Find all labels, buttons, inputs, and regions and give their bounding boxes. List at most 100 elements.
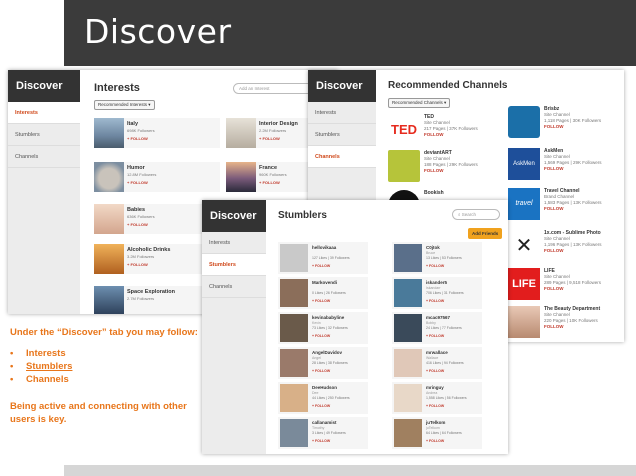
life-logo: LIFE	[508, 268, 540, 300]
stumbler-stats: 64 Likes | 64 Followers	[426, 431, 462, 435]
follow-button[interactable]: FOLLOW	[544, 286, 564, 291]
stumblers-search-input[interactable]: ⌕ Search	[452, 209, 500, 220]
interior-design-thumbnail	[226, 118, 256, 148]
follow-button[interactable]: FOLLOW	[127, 222, 147, 227]
stumbler-stats: 28 Likes | 38 Followers	[312, 361, 348, 365]
sidebar-title: Discover	[308, 70, 376, 102]
follow-button[interactable]: FOLLOW	[312, 369, 330, 373]
sidebar-item-channels[interactable]: Channels	[8, 146, 80, 168]
slide-title: Discover	[84, 12, 232, 51]
follow-button[interactable]: FOLLOW	[426, 404, 444, 408]
humor-thumbnail	[94, 162, 124, 192]
stumbler-name[interactable]: callanamist	[312, 420, 337, 425]
sidebar-item-interests[interactable]: Interests	[202, 232, 266, 254]
stumbler-real-name: Angel	[312, 356, 321, 360]
stumbler-card[interactable]: hellovikaaa 127 Likes | 39 Followers FOLLO…	[278, 242, 368, 274]
stumbler-stats: 1,558 Likes | 56 Followers	[426, 396, 467, 400]
follow-button[interactable]: FOLLOW	[312, 404, 330, 408]
interest-card-italy[interactable]: Italy 698K Followers FOLLOW	[94, 118, 220, 148]
sidebar-item-channels[interactable]: Channels	[202, 276, 266, 298]
follow-button[interactable]: FOLLOW	[426, 299, 444, 303]
stumbler-stats: 416 Likes | 94 Followers	[426, 361, 464, 365]
recommended-channels-dropdown[interactable]: Recommended Channels ▾	[388, 98, 451, 108]
stumbler-stats: 13 Likes | 53 Followers	[426, 256, 462, 260]
follow-button[interactable]: FOLLOW	[544, 166, 564, 171]
stumbler-name[interactable]: Markovendi	[312, 280, 337, 285]
stumbler-real-name: Kevin	[312, 321, 321, 325]
stumbler-name[interactable]: DeeHudson	[312, 385, 337, 390]
follow-button[interactable]: FOLLOW	[544, 248, 564, 253]
stumbler-name[interactable]: juTelkom	[426, 420, 445, 425]
stumbler-name[interactable]: C0jtok	[426, 245, 440, 250]
stumbler-name[interactable]: mcac97567	[426, 315, 450, 320]
sidebar-item-stumblers[interactable]: Stumblers	[202, 254, 266, 276]
caption-outro: Being active and connecting with other u…	[10, 401, 187, 425]
stumbler-name[interactable]: mringuy	[426, 385, 444, 390]
interest-card-france[interactable]: France 960K Followers FOLLOW	[226, 162, 318, 192]
channel-card-deviantart[interactable]: deviantART Site Channel 188 Pages | 29K Fo…	[388, 150, 498, 194]
follow-button[interactable]: FOLLOW	[424, 168, 444, 173]
stumbler-card[interactable]: juTelkomjuTelkom64 Likes | 64 FollowersF…	[392, 417, 482, 449]
follow-button[interactable]: FOLLOW	[312, 299, 330, 303]
sidebar-item-stumblers[interactable]: Stumblers	[8, 124, 80, 146]
channel-card-beauty-department[interactable]: The Beauty Department Site Channel 220 Pag…	[508, 306, 618, 342]
follow-button[interactable]: FOLLOW	[426, 264, 444, 268]
follow-button[interactable]: FOLLOW	[127, 180, 147, 185]
avatar	[280, 384, 308, 412]
stumbler-real-name: Bobby	[426, 321, 436, 325]
sidebar-item-stumblers[interactable]: Stumblers	[308, 124, 376, 146]
stumbler-name[interactable]: AngelDavidov	[312, 350, 342, 355]
interest-card-humor[interactable]: Humor 12.8M Followers FOLLOW	[94, 162, 220, 192]
sidebar-item-interests[interactable]: Interests	[308, 102, 376, 124]
follow-button[interactable]: FOLLOW	[259, 136, 279, 141]
stumbler-card[interactable]: kevinababyline Kevin 73 Likes | 32 Followe…	[278, 312, 368, 344]
follow-button[interactable]: FOLLOW	[426, 334, 444, 338]
recommended-interests-dropdown[interactable]: Recommended Interests ▾	[94, 100, 155, 110]
interest-card-interior-design[interactable]: Interior Design 2.2M Followers FOLLOW	[226, 118, 318, 148]
stumbler-card[interactable]: Markovendi 0 Likes | 26 Followers FOLLOW	[278, 277, 368, 309]
alcoholic-drinks-thumbnail	[94, 244, 124, 274]
follow-button[interactable]: FOLLOW	[259, 180, 279, 185]
channel-card-askmen[interactable]: AskMen AskMen Site Channel 1,569 Pages | 2…	[508, 148, 618, 192]
channel-card-brisbz[interactable]: Brisbz Site Channel 1,118 Pages | 30K Foll…	[508, 106, 618, 150]
follow-button[interactable]: FOLLOW	[312, 439, 330, 443]
stumbler-card[interactable]: mrwallace Wallace 416 Likes | 94 Followers…	[392, 347, 482, 379]
stumbler-real-name: Dee	[312, 391, 319, 395]
stumbler-name[interactable]: kevinababyline	[312, 315, 344, 320]
stumbler-card[interactable]: DeeHudsonDee44 Likes | 250 Followers FOLL…	[278, 382, 368, 414]
interests-sidebar: Discover Interests Stumblers Channels	[8, 70, 80, 314]
interests-heading: Interests	[94, 82, 140, 94]
stumbler-card[interactable]: AngelDavidov Angel 28 Likes | 38 Followers…	[278, 347, 368, 379]
sidebar-item-channels[interactable]: Channels	[308, 146, 376, 168]
stumbler-card[interactable]: callanamist Timothy 3 Likes | 49 Followers…	[278, 417, 368, 449]
follow-button[interactable]: FOLLOW	[127, 262, 147, 267]
1x-logo: ✕	[508, 230, 540, 262]
sidebar-item-interests[interactable]: Interests	[8, 102, 80, 124]
sidebar-title: Discover	[202, 200, 266, 232]
slide-footer-bar	[64, 465, 636, 476]
space-exploration-thumbnail	[94, 286, 124, 314]
stumbler-real-name: juTelkom	[426, 426, 440, 430]
channel-card-travel-channel[interactable]: travel Travel Channel Brand Channel 1,583 …	[508, 188, 618, 232]
ted-logo: TED	[388, 114, 420, 146]
add-friends-button[interactable]: Add Friends	[468, 228, 503, 239]
stumbler-card[interactable]: C0jtokBruce13 Likes | 53 Followers FOLLOW	[392, 242, 482, 274]
add-interest-input[interactable]: Add an Interest	[233, 83, 313, 94]
follow-button[interactable]: FOLLOW	[127, 136, 147, 141]
follow-button[interactable]: FOLLOW	[312, 334, 330, 338]
follow-button[interactable]: FOLLOW	[544, 124, 564, 129]
stumbler-card[interactable]: mcac97567Bobby24 Likes | 77 Followers FOL…	[392, 312, 482, 344]
stumbler-card[interactable]: iskander5 Iskandarr 706 Likes | 31 Followe…	[392, 277, 482, 309]
stumbler-name[interactable]: hellovikaaa	[312, 245, 336, 250]
follow-button[interactable]: FOLLOW	[426, 369, 444, 373]
avatar	[280, 349, 308, 377]
follow-button[interactable]: FOLLOW	[312, 264, 330, 268]
follow-button[interactable]: FOLLOW	[426, 439, 444, 443]
avatar	[280, 279, 308, 307]
stumbler-card[interactable]: mringuyAndrea1,558 Likes | 56 Followers F…	[392, 382, 482, 414]
follow-button[interactable]: FOLLOW	[544, 324, 564, 329]
stumbler-name[interactable]: iskander5	[426, 280, 447, 285]
follow-button[interactable]: FOLLOW	[544, 206, 564, 211]
follow-button[interactable]: FOLLOW	[424, 132, 444, 137]
stumbler-name[interactable]: mrwallace	[426, 350, 448, 355]
